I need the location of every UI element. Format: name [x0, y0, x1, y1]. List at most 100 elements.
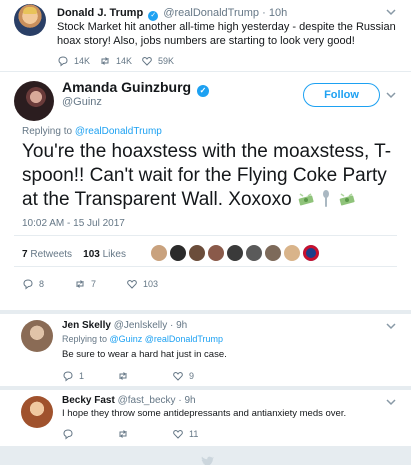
- tweet-text-container: You're the hoaxstess with the moaxstess,…: [22, 140, 397, 212]
- tweet-timestamp[interactable]: 10:02 AM - 15 Jul 2017: [22, 218, 125, 229]
- reply-icon: [63, 371, 73, 382]
- separator: ·: [262, 7, 269, 19]
- chevron-down-icon[interactable]: [385, 6, 397, 18]
- author-name[interactable]: Becky Fast: [62, 395, 115, 406]
- avatar[interactable]: [21, 320, 53, 352]
- avatar[interactable]: [21, 396, 53, 428]
- like-count: 103: [143, 279, 159, 289]
- reply-icon: [58, 56, 68, 67]
- tweet-text: Be sure to wear a hard hat just in case.: [62, 349, 227, 360]
- like-button[interactable]: 11: [172, 428, 227, 440]
- like-button[interactable]: 103: [126, 278, 178, 290]
- retweet-button[interactable]: [117, 428, 172, 440]
- replying-to-link[interactable]: @realDonaldTrump: [75, 126, 162, 137]
- replying-to-link[interactable]: @Guinz @realDonaldTrump: [110, 334, 223, 344]
- reply-button[interactable]: 8: [22, 278, 74, 290]
- author-name[interactable]: Donald J. Trump: [57, 7, 143, 19]
- twitter-bird-icon: [201, 456, 214, 465]
- tweet-actions: 14K 14K 59K: [57, 55, 183, 67]
- money-emoji-icon: [339, 193, 355, 206]
- like-icon: [173, 430, 183, 439]
- retweets-stat-count: 7: [22, 249, 28, 260]
- money-emoji-icon: [298, 193, 314, 206]
- tweet-text: Stock Market hit another all-time high y…: [57, 21, 396, 47]
- tweet-actions: 1 9: [62, 370, 227, 382]
- author-handle[interactable]: @Jenlskelly: [114, 320, 168, 331]
- tweet-header: Becky Fast @fast_becky · 9h: [62, 395, 196, 406]
- tweet-text: You're the hoaxstess with the moaxstess,…: [22, 141, 392, 210]
- liker-avatar[interactable]: [245, 244, 263, 262]
- tweet-text: I hope they throw some antidepressants a…: [62, 408, 347, 419]
- liker-avatars: [150, 244, 320, 262]
- avatar[interactable]: [14, 4, 46, 36]
- tweet-time[interactable]: 10h: [269, 7, 287, 19]
- author-name-row: Amanda Guinzburg ✓: [62, 79, 211, 97]
- tweet-header: Donald J. Trump ✓ @realDonaldTrump · 10h: [57, 7, 287, 21]
- tweet-time[interactable]: 9h: [184, 395, 195, 406]
- retweets-stat-label: Retweets: [30, 249, 73, 260]
- retweet-count: 14K: [116, 56, 133, 66]
- verified-badge-icon: ✓: [197, 85, 210, 97]
- like-icon: [127, 280, 137, 289]
- reply-tweet[interactable]: Becky Fast @fast_becky · 9h I hope they …: [0, 390, 411, 446]
- reply-icon: [23, 279, 33, 290]
- liker-avatar[interactable]: [226, 244, 244, 262]
- retweet-icon: [76, 280, 84, 288]
- tweet-actions: 8 7 103: [22, 278, 178, 290]
- reply-icon: [63, 429, 73, 440]
- follow-button[interactable]: Follow: [303, 83, 380, 107]
- divider: [14, 266, 397, 267]
- replying-prefix: Replying to: [62, 334, 108, 344]
- retweet-button[interactable]: 7: [74, 278, 126, 290]
- retweets-stat[interactable]: 7 Retweets: [22, 249, 72, 260]
- divider: [14, 235, 397, 236]
- engagement-stats: 7 Retweets 103 Likes: [22, 249, 126, 260]
- like-button[interactable]: 9: [172, 370, 227, 382]
- liker-avatar[interactable]: [169, 244, 187, 262]
- like-count: 59K: [158, 56, 175, 66]
- reply-tweet[interactable]: Jen Skelly @Jenlskelly · 9h Replying to …: [0, 314, 411, 386]
- tweet-actions: 11: [62, 428, 227, 440]
- author-name[interactable]: Jen Skelly: [62, 320, 111, 331]
- liker-avatar[interactable]: [150, 244, 168, 262]
- likes-stat-count: 103: [83, 249, 100, 260]
- author-handle[interactable]: @Guinz: [62, 96, 102, 108]
- tweet-time[interactable]: 9h: [176, 320, 187, 331]
- like-count: 11: [189, 429, 199, 439]
- author-name[interactable]: Amanda Guinzburg: [62, 79, 191, 95]
- likes-stat[interactable]: 103 Likes: [83, 249, 126, 260]
- retweet-icon: [119, 430, 127, 438]
- page: Donald J. Trump ✓ @realDonaldTrump · 10h…: [0, 0, 411, 465]
- liker-avatar[interactable]: [264, 244, 282, 262]
- reply-button[interactable]: 14K: [57, 55, 99, 67]
- reply-count: 1: [79, 371, 85, 381]
- retweet-icon: [101, 57, 109, 65]
- reply-count: 8: [39, 279, 45, 289]
- author-handle[interactable]: @realDonaldTrump: [163, 7, 259, 19]
- chevron-down-icon[interactable]: [385, 320, 397, 332]
- liker-avatar[interactable]: [283, 244, 301, 262]
- retweet-button[interactable]: [117, 370, 172, 382]
- tweet-header: Jen Skelly @Jenlskelly · 9h: [62, 320, 187, 331]
- avatar[interactable]: [14, 81, 54, 121]
- liker-avatar[interactable]: [188, 244, 206, 262]
- like-icon: [173, 372, 183, 381]
- reply-button[interactable]: 1: [62, 370, 117, 382]
- likes-stat-label: Likes: [102, 249, 126, 260]
- retweet-count: 7: [91, 279, 97, 289]
- liker-avatar[interactable]: [207, 244, 225, 262]
- replying-to: Replying to @Guinz @realDonaldTrump: [62, 334, 223, 344]
- reply-button[interactable]: [62, 428, 117, 440]
- retweet-icon: [119, 372, 127, 380]
- chevron-down-icon[interactable]: [385, 89, 397, 101]
- like-button[interactable]: 59K: [141, 55, 183, 67]
- parent-tweet[interactable]: Donald J. Trump ✓ @realDonaldTrump · 10h…: [0, 0, 411, 72]
- replying-to: Replying to @realDonaldTrump: [22, 126, 162, 137]
- like-count: 9: [189, 371, 195, 381]
- retweet-button[interactable]: 14K: [99, 55, 141, 67]
- like-icon: [142, 57, 152, 66]
- author-handle[interactable]: @fast_becky: [118, 395, 176, 406]
- liker-avatar[interactable]: [302, 244, 320, 262]
- chevron-down-icon[interactable]: [385, 396, 397, 408]
- spoon-emoji-icon: [323, 190, 330, 207]
